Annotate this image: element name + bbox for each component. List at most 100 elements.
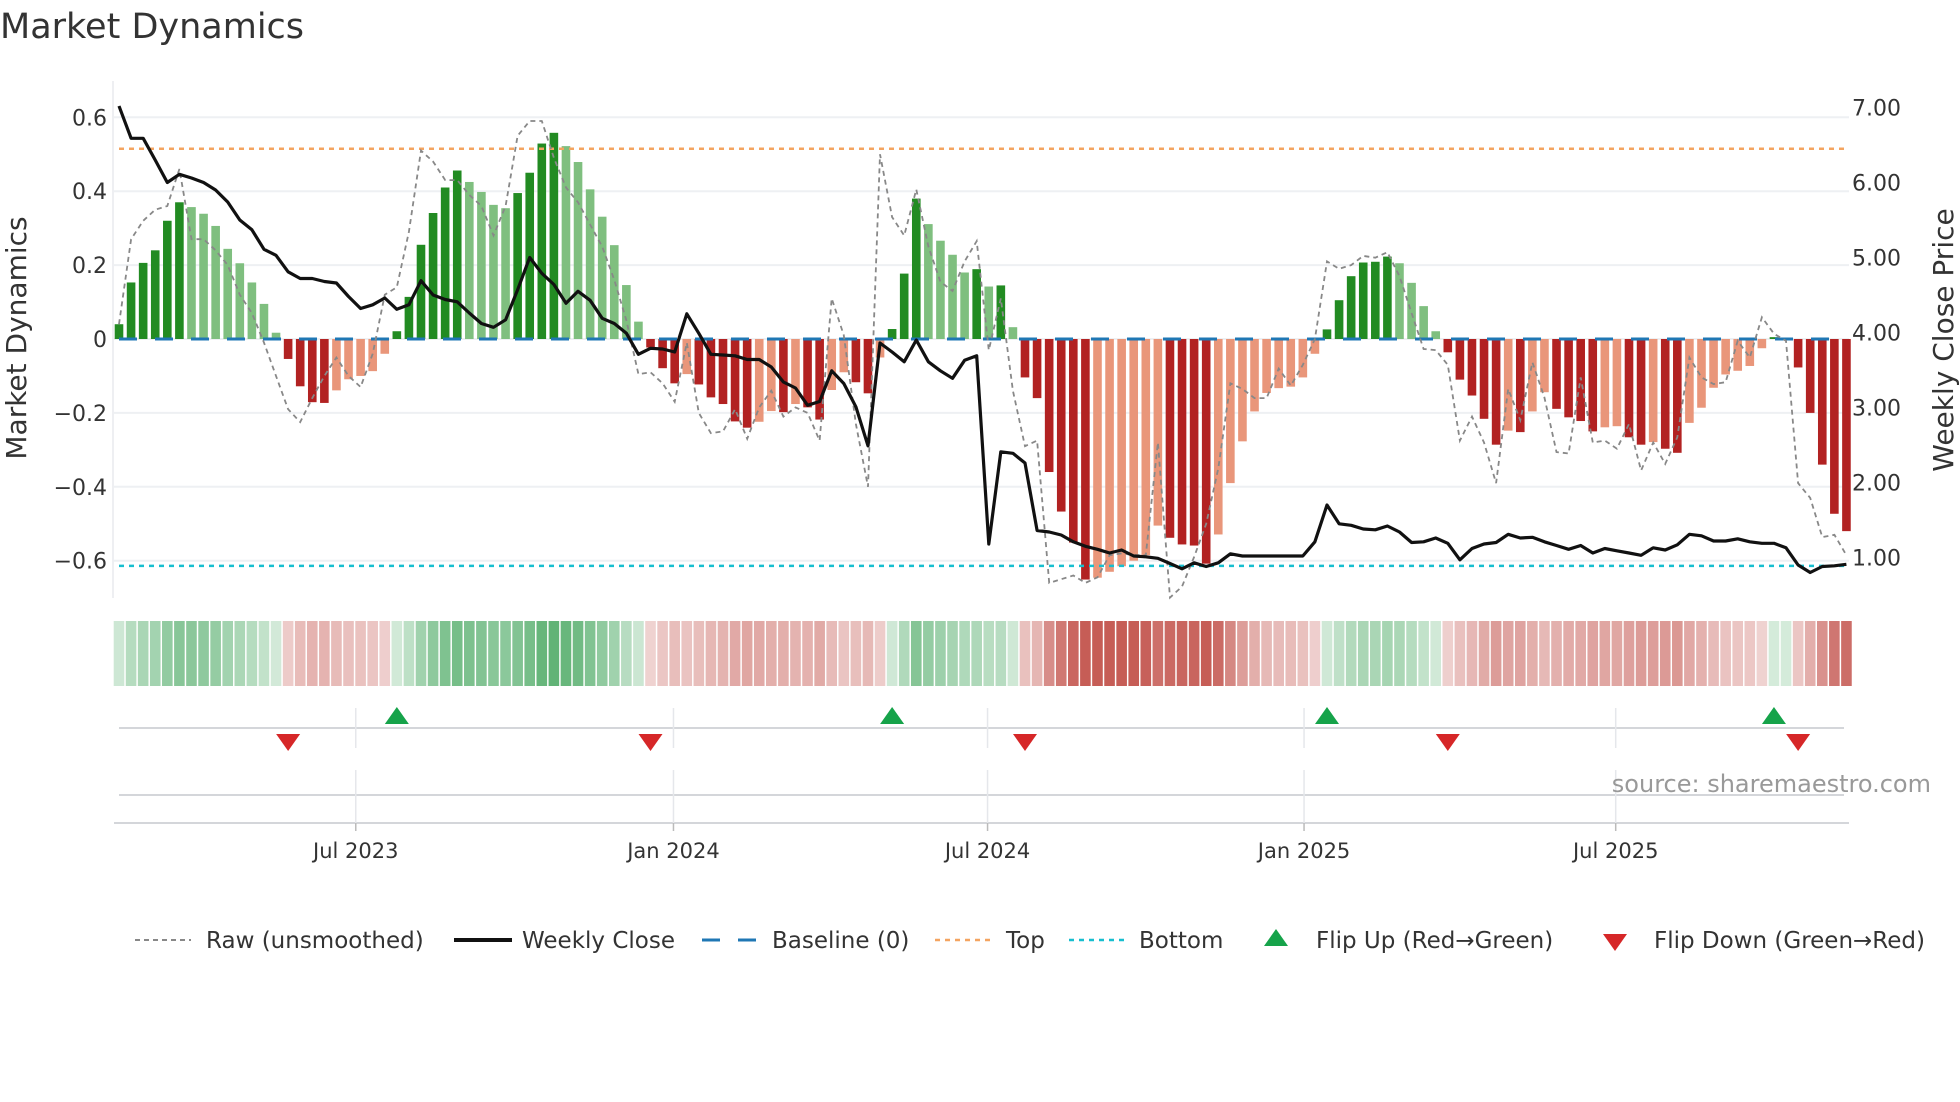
strip-cell [621,621,632,686]
strip-cell [1780,621,1792,686]
bar [1081,339,1090,580]
bar [1805,339,1815,413]
flip-down-marker [1786,734,1811,751]
strip-cell [693,621,705,686]
flip-down-marker [276,734,301,751]
bar [1262,339,1271,393]
strip-cell [1225,621,1236,686]
strip-cell [113,621,125,686]
strip-cell [1430,621,1442,686]
bar [477,191,486,339]
bar [1419,306,1428,339]
strip-cell [512,621,523,686]
strip-cell [536,621,548,686]
bar [984,286,994,339]
strip-cell [1551,621,1562,686]
strip-cell [584,621,596,686]
signal-panel [114,727,1849,824]
bar [573,162,583,339]
bar [1564,339,1573,418]
bar [1201,339,1211,564]
bar [199,213,208,339]
bar [1371,261,1380,339]
strip-cell [427,621,439,686]
strip-cell [1212,621,1224,686]
bar [1044,339,1054,473]
strip-cell [451,621,463,686]
bar [1600,339,1610,428]
strip-cell [1792,621,1804,686]
strip-cell [1563,621,1574,686]
bar [1346,276,1356,339]
strip-cell [162,621,173,686]
strip-cell [464,621,475,686]
strip-cell [258,621,270,686]
strip-cell [500,621,511,686]
strip-cell [778,621,789,686]
strip-cell [910,621,922,686]
bar [767,339,776,412]
bar [163,220,172,339]
x-tick-label: Jan 2024 [625,839,720,863]
bar [1479,339,1489,419]
bar [452,170,462,339]
bar [428,213,438,339]
strip-cell [1297,621,1309,686]
y-tick-label: −0.4 [54,476,107,501]
strip-cell [294,621,306,686]
y-axis-ticks: 0.6 0.4 0.2 0 −0.2 −0.4 −0.6 [54,106,107,574]
series-lines [117,105,1848,600]
strip-cell [790,621,801,686]
strip-cell [476,621,487,686]
strip-cell [1140,621,1152,686]
strip-cell [1599,621,1611,686]
strip-cell [741,621,753,686]
y2-axis-ticks: 7.00 6.00 5.00 4.00 3.00 2.00 1.00 [1852,97,1901,572]
strip-cell [1829,621,1840,686]
strip-cell [137,621,149,686]
strip-cell [1611,621,1623,686]
legend-top-label: Top [1005,928,1045,954]
strip-cell [282,621,294,686]
strip-cell [306,621,318,686]
strip-cell [1164,621,1176,686]
strip-cell [1768,621,1780,686]
strip-cell [1502,621,1514,686]
strip-cell [1744,621,1756,686]
bar [924,224,933,339]
y-tick-label: 0.6 [72,106,107,131]
strip-cell [766,621,777,686]
strip-cell [1490,621,1502,686]
bar [138,262,148,339]
bar [779,339,788,413]
bar [815,339,824,420]
x-tick-label: Jan 2025 [1256,839,1351,863]
legend-item-baseline: Baseline (0) [702,928,909,954]
bar [1358,262,1368,339]
y-tick-label: 0 [93,328,107,353]
strip-cell [1575,621,1586,686]
bar [537,143,547,339]
strip-cell [983,621,995,686]
strip-cell [1527,621,1538,686]
strip-cell [1539,621,1550,686]
strip-cell [959,621,970,686]
y-tick-label: −0.6 [54,550,107,575]
strip-cell [1273,621,1284,686]
strip-cell [1382,621,1393,686]
strip-cell [222,621,234,686]
chart-title: Market Dynamics [0,7,304,47]
market-dynamics-chart: Market Dynamics 0.6 0.4 0.2 0 −0.2 −0.4 −0.6 7… [0,7,1960,954]
regime-strip [113,621,1852,686]
legend-flip-up-label: Flip Up (Red→Green) [1316,928,1553,954]
bar [295,339,305,387]
bar [754,339,764,422]
strip-cell [1055,621,1067,686]
strip-cell [1708,621,1719,686]
legend-flip-down-label: Flip Down (Green→Red) [1654,928,1925,954]
bar [1636,339,1646,445]
bar [1491,339,1501,445]
strip-cell [826,621,838,686]
y2-tick-label: 5.00 [1852,247,1901,272]
bar [1648,339,1658,443]
